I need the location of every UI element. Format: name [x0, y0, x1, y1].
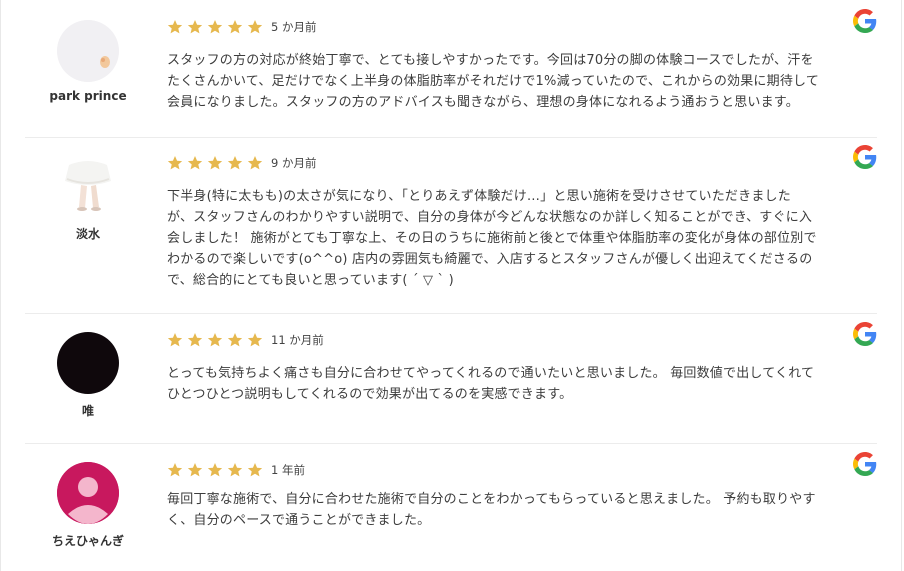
review-text-line: 会員になりました。スタッフの方のアドバイスも聞きながら、理想の身体になれるよう通… [167, 95, 799, 110]
person-icon [57, 462, 119, 524]
review-text: 下半身(特に太もも)の太さが気になり、「とりあえず体験だけ…」と思い施術を受けさ… [167, 186, 867, 291]
review-text: とっても気持ちよく痛さも自分に合わせてやってくれるので通いたいと思いました。 毎… [167, 363, 867, 405]
star-icon [247, 333, 263, 347]
review-time: 1 年前 [271, 463, 305, 477]
star-icon [247, 20, 263, 34]
star-icon [227, 20, 243, 34]
review-text: スタッフの方の対応が終始丁寧で、とても接しやすかったです。今回は70分の脚の体験… [167, 50, 867, 113]
review-text-line: とっても気持ちよく痛さも自分に合わせてやってくれるので通いたいと思いました。 毎… [167, 366, 815, 381]
star-icon [247, 156, 263, 170]
reviewer-name[interactable]: park prince [25, 89, 151, 103]
google-g-icon[interactable] [853, 145, 877, 169]
avatar[interactable] [57, 332, 119, 394]
review-text-line: く、自分のペースで通うことができました。 [167, 513, 431, 528]
star-icon [167, 463, 183, 477]
review-text-line: わかるので楽しいです(o^^o) 店内の雰囲気も綺麗で、入店するとスタッフさんが… [167, 252, 813, 267]
star-icon [207, 156, 223, 170]
review-text: 毎回丁寧な施術で、自分に合わせた施術で自分のことをわかってもらっていると思えまし… [167, 489, 867, 531]
review-text-line: で、総合的にとても良いと思っています( ´ ▽ ` ) [167, 273, 454, 288]
star-rating: 11 か月前 [167, 332, 324, 348]
review-text-line: が、スタッフさんのわかりやすい説明で、自分の身体が今どんな状態なのか詳しく知るこ… [167, 210, 813, 225]
star-icon [187, 463, 203, 477]
review-item: ちえひゃんぎ 1 年前 毎回丁寧な施術で、自分に合わせた施術で自分のことをわかっ… [25, 443, 877, 571]
review-text-line: 毎回丁寧な施術で、自分に合わせた施術で自分のことをわかってもらっていると思えまし… [167, 492, 816, 507]
reviewer-name[interactable]: 唯 [25, 402, 151, 419]
review-time: 9 か月前 [271, 156, 317, 170]
avatar[interactable] [57, 155, 119, 217]
star-icon [167, 156, 183, 170]
star-icon [167, 20, 183, 34]
star-icon [227, 333, 243, 347]
star-icon [207, 20, 223, 34]
star-icon [187, 156, 203, 170]
star-icon [167, 333, 183, 347]
star-icon [247, 463, 263, 477]
review-item: 唯 11 か月前 とっても気持ちよく痛さも自分に合わせてやってくれるので通いたい… [25, 313, 877, 443]
reviewer-name[interactable]: ちえひゃんぎ [25, 532, 151, 549]
google-g-icon[interactable] [853, 9, 877, 33]
star-icon [187, 20, 203, 34]
review-time: 5 か月前 [271, 20, 317, 34]
google-g-icon[interactable] [853, 322, 877, 346]
google-g-icon[interactable] [853, 452, 877, 476]
review-text-line: 下半身(特に太もも)の太さが気になり、「とりあえず体験だけ…」と思い施術を受けさ… [167, 189, 791, 204]
star-rating: 5 か月前 [167, 19, 316, 35]
review-item: 淡水 9 か月前 下半身(特に太もも)の太さが気になり、「とりあえず体験だけ…」… [25, 137, 877, 313]
star-icon [207, 333, 223, 347]
reviews-panel: park prince 5 か月前 スタッフの方の対応が終始丁寧で、とても接しや… [0, 0, 902, 571]
star-rating: 1 年前 [167, 462, 305, 478]
avatar[interactable] [57, 462, 119, 524]
review-text-line: スタッフの方の対応が終始丁寧で、とても接しやすかったです。今回は70分の脚の体験… [167, 53, 814, 68]
review-time: 11 か月前 [271, 333, 324, 347]
reviewer-name[interactable]: 淡水 [25, 225, 151, 242]
star-icon [187, 333, 203, 347]
avatar[interactable] [57, 20, 119, 82]
review-item: park prince 5 か月前 スタッフの方の対応が終始丁寧で、とても接しや… [25, 0, 877, 137]
review-text-line: 会しました！ 施術がとても丁寧な上、その日のうちに施術前と後とで体重や体脂肪率の… [167, 231, 817, 246]
review-text-line: ひとつひとつ説明もしてくれるので効果が出てるのを実感できます。 [167, 387, 573, 402]
star-rating: 9 か月前 [167, 155, 316, 171]
star-icon [207, 463, 223, 477]
star-icon [227, 156, 243, 170]
star-icon [227, 463, 243, 477]
review-text-line: たくさんかいて、足だけでなく上半身の体脂肪率がそれだけで1%減っていたので、これ… [167, 74, 820, 89]
